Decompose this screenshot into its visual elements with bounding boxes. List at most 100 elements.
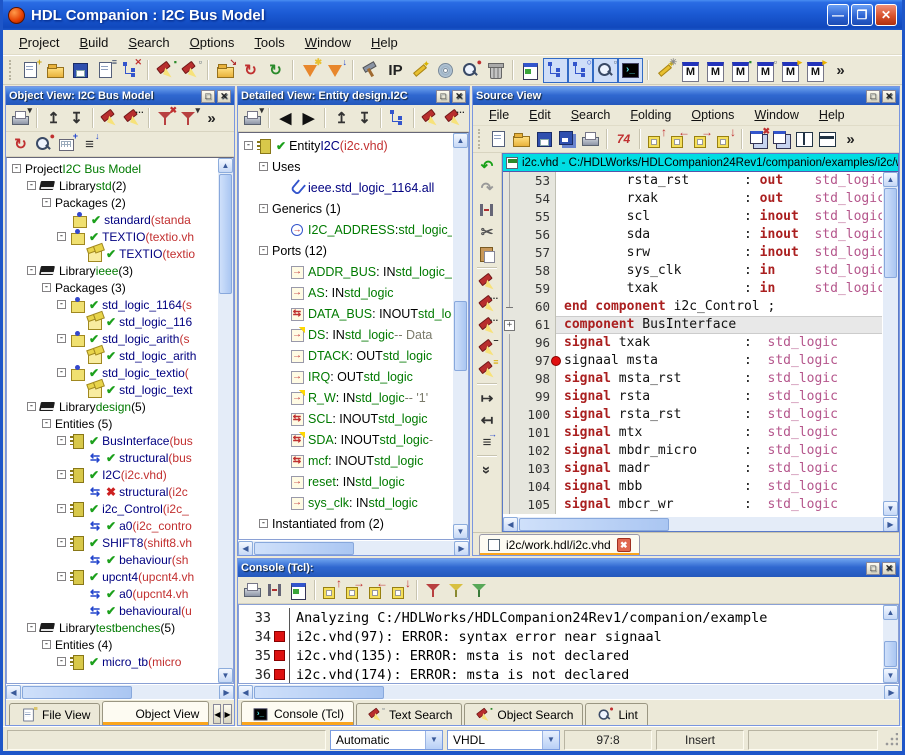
code-line[interactable]: 104signal mbb : std_logic — [503, 478, 882, 496]
print-button[interactable] — [579, 128, 602, 151]
line-number[interactable]: 54 — [516, 190, 556, 208]
console-tab-lint[interactable]: ●Lint — [585, 703, 647, 725]
save-file-button[interactable] — [533, 128, 556, 151]
source-menu-file[interactable]: File — [481, 107, 517, 123]
tree-item[interactable]: -Library testbenches (5) — [7, 619, 217, 636]
bookmark-last-button[interactable]: ↓ — [389, 579, 412, 602]
tree-item[interactable]: →IRQ : OUT std_logic — [239, 366, 452, 387]
refresh-view-button[interactable]: ↻ — [9, 133, 32, 156]
line-number[interactable]: 103 — [516, 460, 556, 478]
find-button[interactable] — [98, 107, 121, 130]
hdl74-button[interactable]: 74 — [612, 128, 635, 151]
scroll-left-icon[interactable]: ◀ — [6, 685, 21, 700]
tree-expander-icon[interactable]: - — [57, 232, 66, 241]
save-project-button[interactable] — [68, 58, 93, 83]
tree-item[interactable]: -Project I2C Bus Model — [7, 160, 217, 177]
panel-maximize-icon[interactable]: □ — [201, 90, 215, 103]
line-number[interactable]: 102 — [516, 442, 556, 460]
window-button[interactable] — [287, 579, 310, 602]
object-view-vscrollbar[interactable]: ▲ ▼ — [217, 158, 233, 683]
tree-item[interactable]: -Ports (12) — [239, 240, 452, 261]
source-menu-window[interactable]: Window — [746, 107, 806, 123]
menu-build[interactable]: Build — [71, 33, 116, 52]
toolbar-overflow-button[interactable]: » — [828, 58, 853, 83]
open-analyze-button[interactable]: ↘ — [213, 58, 238, 83]
tree-expander-icon[interactable]: - — [57, 436, 66, 445]
forward-button[interactable]: ▶ — [297, 107, 320, 130]
tree-expander-icon[interactable]: - — [42, 198, 51, 207]
tree-expander-icon[interactable]: - — [57, 657, 66, 666]
code-line[interactable]: 58 sys_clk : in std_logic — [503, 262, 882, 280]
bookmark-prev-button[interactable]: ↑ — [320, 579, 343, 602]
scroll-thumb[interactable] — [519, 518, 669, 531]
code-line[interactable]: 103signal madr : std_logic — [503, 460, 882, 478]
hierarchy-button[interactable] — [386, 107, 409, 130]
code-line[interactable]: 61component BusInterface — [503, 316, 882, 334]
tree-expander-icon[interactable]: - — [27, 181, 36, 190]
tree-item[interactable]: ⇆✔a0 (upcnt4.vh — [7, 585, 217, 602]
fold-marker-icon[interactable] — [503, 262, 516, 280]
join-button[interactable] — [264, 579, 287, 602]
panel-close-icon[interactable]: ✕ — [882, 90, 896, 103]
search-objects-button[interactable]: ▪ — [153, 58, 178, 83]
tree-item[interactable]: -Instantiated from (2) — [239, 513, 452, 534]
cleanup-wand-button[interactable] — [408, 58, 433, 83]
scroll-down-icon[interactable]: ▼ — [883, 668, 898, 683]
console-hscrollbar[interactable]: ◀ ▶ — [238, 684, 899, 699]
file-tab[interactable]: i2c/work.hdl/i2c.vhd ✖ — [479, 534, 640, 555]
minimize-button[interactable]: — — [827, 4, 849, 26]
tree-expander-icon[interactable]: - — [57, 334, 66, 343]
console-output[interactable]: 33Analyzing C:/HDLWorks/HDLCompanion24Re… — [239, 605, 882, 683]
tree-item[interactable]: -Library std (2) — [7, 177, 217, 194]
tree-item[interactable]: -Library design (5) — [7, 398, 217, 415]
line-number[interactable]: 60 — [516, 298, 556, 316]
tree-item[interactable]: -Generics (1) — [239, 198, 452, 219]
tree-item[interactable]: ⇆✖structural (i2c — [7, 483, 217, 500]
syntax-combo[interactable]: VHDL ▼ — [447, 730, 560, 750]
tree-expander-icon[interactable]: - — [57, 538, 66, 547]
menu-tools[interactable]: Tools — [246, 33, 292, 52]
tree-item[interactable]: →reset : IN std_logic — [239, 471, 452, 492]
modelsim-4-button[interactable]: M▫ — [753, 58, 778, 83]
tree-item[interactable]: -✔std_logic_1164 (s — [7, 296, 217, 313]
bookmark-last-button[interactable]: ↓ — [714, 128, 737, 151]
line-number[interactable]: 105 — [516, 496, 556, 514]
tree-item[interactable]: -✔i2c_Control (i2c_ — [7, 500, 217, 517]
fold-marker-icon[interactable] — [503, 352, 516, 370]
new-file-button[interactable] — [487, 128, 510, 151]
web-cd-button[interactable] — [433, 58, 458, 83]
tree-item[interactable]: -✔std_logic_arith (s — [7, 330, 217, 347]
code-line[interactable]: 100signal rsta_rst : std_logic — [503, 406, 882, 424]
tree-item[interactable]: -✔SHIFT8 (shift8.vh — [7, 534, 217, 551]
fold-marker-icon[interactable] — [503, 406, 516, 424]
tree-expander-icon[interactable]: - — [57, 504, 66, 513]
paste-button[interactable] — [475, 243, 499, 265]
chevron-down-icon[interactable]: ▼ — [542, 731, 559, 749]
tree-item[interactable]: →sys_clk : IN std_logic — [239, 492, 452, 513]
breakpoint-icon[interactable] — [551, 356, 561, 366]
wizard-button[interactable]: ✳ — [653, 58, 678, 83]
line-number[interactable]: 98 — [516, 370, 556, 388]
tree-expander-icon[interactable]: - — [27, 623, 36, 632]
tree-item[interactable]: →ADDR_BUS : IN std_logic_ — [239, 261, 452, 282]
modelsim-1-button[interactable]: M — [678, 58, 703, 83]
find-remove-button[interactable]: – — [475, 337, 499, 359]
delete-button[interactable] — [483, 58, 508, 83]
line-number[interactable]: 57 — [516, 244, 556, 262]
tab-scroll-right-icon[interactable]: ▶ — [223, 704, 231, 724]
line-number[interactable]: 55 — [516, 208, 556, 226]
line-number[interactable]: 100 — [516, 406, 556, 424]
code-line[interactable]: 102signal mbdr_micro : std_logic — [503, 442, 882, 460]
detailed-view-vscrollbar[interactable]: ▲ ▼ — [452, 133, 468, 539]
scroll-left-icon[interactable]: ◀ — [238, 541, 253, 556]
object-view-toggle-button[interactable] — [543, 58, 568, 83]
line-number[interactable]: 101 — [516, 424, 556, 442]
tree-item[interactable]: ⇆✔structural (bus — [7, 449, 217, 466]
cut-button[interactable]: ✂ — [475, 221, 499, 243]
tree-expander-icon[interactable]: - — [259, 204, 268, 213]
tree-item[interactable]: -✔upcnt4 (upcnt4.vh — [7, 568, 217, 585]
bookmark-first-button[interactable]: ← — [366, 579, 389, 602]
print-button[interactable]: ▾ — [9, 107, 32, 130]
panel-maximize-icon[interactable]: □ — [866, 90, 880, 103]
filter-errors-button[interactable] — [422, 579, 445, 602]
